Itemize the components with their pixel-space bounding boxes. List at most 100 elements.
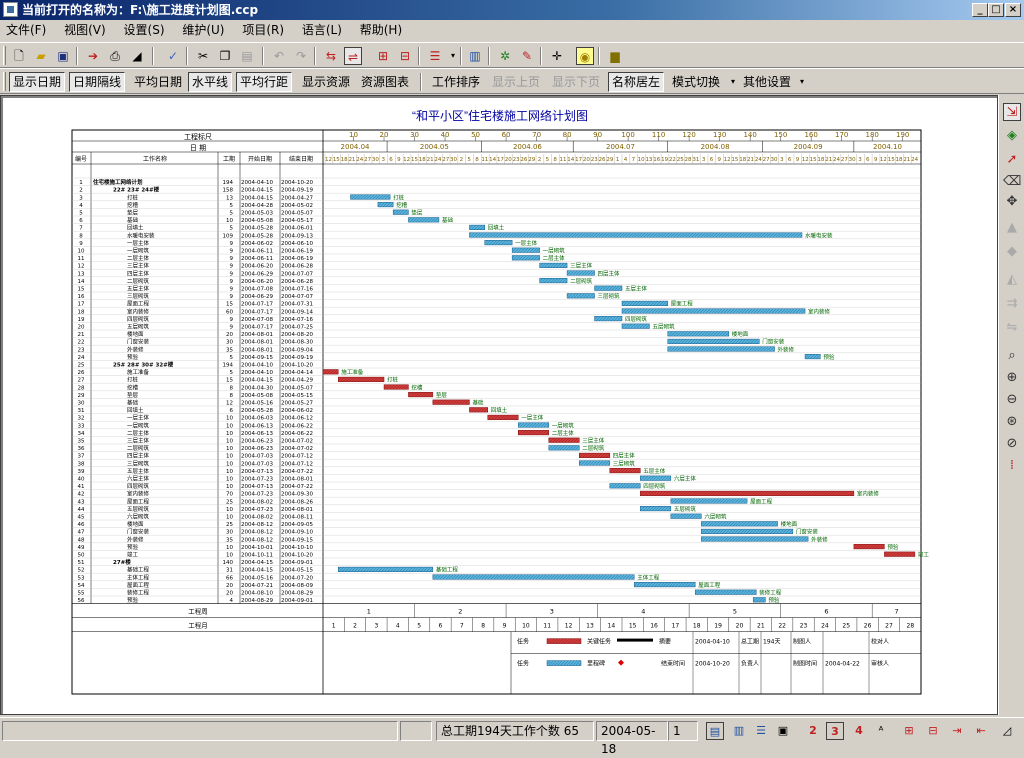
cut-icon[interactable]: ✂ [194, 47, 212, 65]
toolbar-grip[interactable] [3, 72, 6, 91]
sort-button[interactable]: 工作排序 [428, 72, 484, 92]
month-cell-number: 1 [332, 623, 336, 630]
open-folder-icon[interactable]: ▰ [32, 47, 50, 65]
zoom-reset-icon[interactable]: ⊘ [1003, 435, 1021, 453]
month-label: 2004.09 [794, 143, 823, 151]
select-task-icon[interactable]: ⇲ [1003, 103, 1021, 121]
document-workspace[interactable]: “和平小区”住宅楼施工网络计划图 工程标尺日 期 10 20 30 40 50 60 70 80 9… [0, 95, 998, 715]
show-resource-button[interactable]: 显示资源 [298, 72, 354, 92]
task-bar-label: 二层砌筑 [582, 444, 605, 452]
chevron-down-icon[interactable]: ▾ [793, 73, 811, 91]
delete-task-icon[interactable]: ⊟ [396, 47, 414, 65]
task-end-date: 2004-08-30 [281, 340, 313, 346]
fit-width-icon[interactable]: ⇥ [948, 722, 966, 740]
menu-view[interactable]: 视图(V) [64, 23, 106, 37]
task-bar [804, 354, 821, 360]
insert-task-icon[interactable]: ⊞ [374, 47, 392, 65]
library-icon[interactable]: ▥ [466, 47, 484, 65]
zoom-fit-icon[interactable]: ⊛ [1003, 413, 1021, 431]
pointer-icon[interactable]: ➚ [1003, 151, 1021, 169]
name-align-button[interactable]: 名称居左 [608, 72, 665, 92]
task-end-date: 2004-05-02 [281, 203, 313, 209]
task-duration: 10 [226, 515, 233, 521]
resource-chart-button[interactable]: 资源图表 [357, 72, 413, 92]
task-duration: 9 [230, 317, 234, 323]
link-tasks-icon[interactable]: ⇆ [322, 47, 340, 65]
link-icon[interactable]: ⇉ [1003, 295, 1021, 313]
copy-icon[interactable]: ❐ [216, 47, 234, 65]
paste-icon[interactable]: ▤ [238, 47, 256, 65]
menu-maintain[interactable]: 维护(U) [182, 23, 224, 37]
new-file-icon[interactable]: 🗋 [10, 47, 28, 65]
menu-settings[interactable]: 设置(S) [124, 23, 165, 37]
day-tick-label: 21 [903, 157, 910, 163]
pen-icon[interactable]: ✎ [518, 47, 536, 65]
task-name: 打桩 [127, 193, 139, 201]
text-size-icon[interactable]: ᴬ [872, 722, 890, 740]
eraser-icon[interactable]: ⌫ [1003, 173, 1021, 191]
export-icon[interactable]: ➔ [84, 47, 102, 65]
level-4-icon[interactable]: 4 [850, 722, 868, 740]
menu-help[interactable]: 帮助(H) [360, 23, 402, 37]
menu-project[interactable]: 项目(R) [242, 23, 284, 37]
view-tree-icon[interactable]: ▣ [774, 722, 792, 740]
scale-label: 70 [532, 131, 541, 139]
zoom-in-icon[interactable]: ⊕ [1003, 369, 1021, 387]
task-end-date: 2004-07-07 [281, 271, 313, 277]
task-id: 5 [79, 211, 83, 217]
resource-icon[interactable]: ✲ [496, 47, 514, 65]
briefcase-icon[interactable]: ▆ [606, 47, 624, 65]
hline-button[interactable]: 水平线 [188, 72, 233, 92]
avg-row-button[interactable]: 平均行距 [236, 72, 293, 92]
redo-icon[interactable]: ↷ [292, 47, 310, 65]
mode-switch-button[interactable]: 模式切换 [668, 72, 724, 92]
page-setup-icon[interactable]: ◢ [128, 47, 146, 65]
ruler-icon[interactable]: ⁞ [1003, 457, 1021, 475]
unlink-tasks-icon[interactable]: ⇌ [344, 47, 362, 65]
tag-icon[interactable]: ◭ [1003, 271, 1021, 289]
toolbar-grip[interactable] [3, 46, 6, 65]
move-icon[interactable]: ✥ [1003, 193, 1021, 211]
view-network-icon[interactable]: ▥ [730, 722, 748, 740]
split-icon[interactable]: ⇋ [1003, 319, 1021, 337]
date-line-button[interactable]: 日期隔线 [69, 72, 126, 92]
indent-icon[interactable]: ☰ [426, 47, 444, 65]
move-up-icon[interactable]: ▲ [1003, 219, 1021, 237]
day-tick-label: 18 [896, 157, 903, 163]
lightbulb-icon[interactable]: ◉ [576, 47, 594, 65]
show-date-button[interactable]: 显示日期 [9, 72, 66, 92]
avg-date-button[interactable]: 平均日期 [130, 72, 186, 92]
expand-icon[interactable]: ⊞ [900, 722, 918, 740]
task-start-date: 2004-08-12 [241, 537, 273, 543]
move-down-icon[interactable]: ◆ [1003, 243, 1021, 261]
menu-language[interactable]: 语言(L) [302, 23, 342, 37]
header-date: 日 期 [190, 144, 206, 152]
task-bar-label: 基础 [472, 399, 484, 407]
close-button[interactable]: × [1005, 3, 1021, 17]
zoom-window-icon[interactable]: ⌕ [1003, 347, 1021, 365]
minimize-button[interactable]: _ [972, 3, 988, 17]
task-bar-label: 四层砌筑 [643, 482, 666, 490]
menu-file[interactable]: 文件(F) [6, 23, 46, 37]
save-icon[interactable]: ▣ [54, 47, 72, 65]
crosshair-icon[interactable]: ✛ [548, 47, 566, 65]
undo-icon[interactable]: ↶ [270, 47, 288, 65]
zoom-out-icon[interactable]: ⊖ [1003, 391, 1021, 409]
task-id: 36 [78, 446, 85, 452]
print-icon[interactable]: ⎙ [106, 47, 124, 65]
check-icon[interactable]: ✓ [164, 47, 182, 65]
other-settings-button[interactable]: 其他设置 [739, 72, 795, 92]
task-bar [667, 346, 775, 352]
level-3-icon[interactable]: 3 [826, 722, 844, 740]
prev-page-button[interactable]: 显示上页 [488, 72, 544, 92]
view-table-icon[interactable]: ☰ [752, 722, 770, 740]
level-2-icon[interactable]: 2 [804, 722, 822, 740]
resize-grip-icon[interactable]: ◿ [998, 722, 1016, 740]
color-icon[interactable]: ◈ [1003, 127, 1021, 145]
view-gantt-icon[interactable]: ▤ [706, 722, 724, 740]
maximize-button[interactable]: □ [988, 3, 1004, 17]
fit-height-icon[interactable]: ⇤ [972, 722, 990, 740]
next-page-button[interactable]: 显示下页 [548, 72, 604, 92]
collapse-icon[interactable]: ⊟ [924, 722, 942, 740]
task-start-date: 2004-08-12 [241, 522, 273, 528]
